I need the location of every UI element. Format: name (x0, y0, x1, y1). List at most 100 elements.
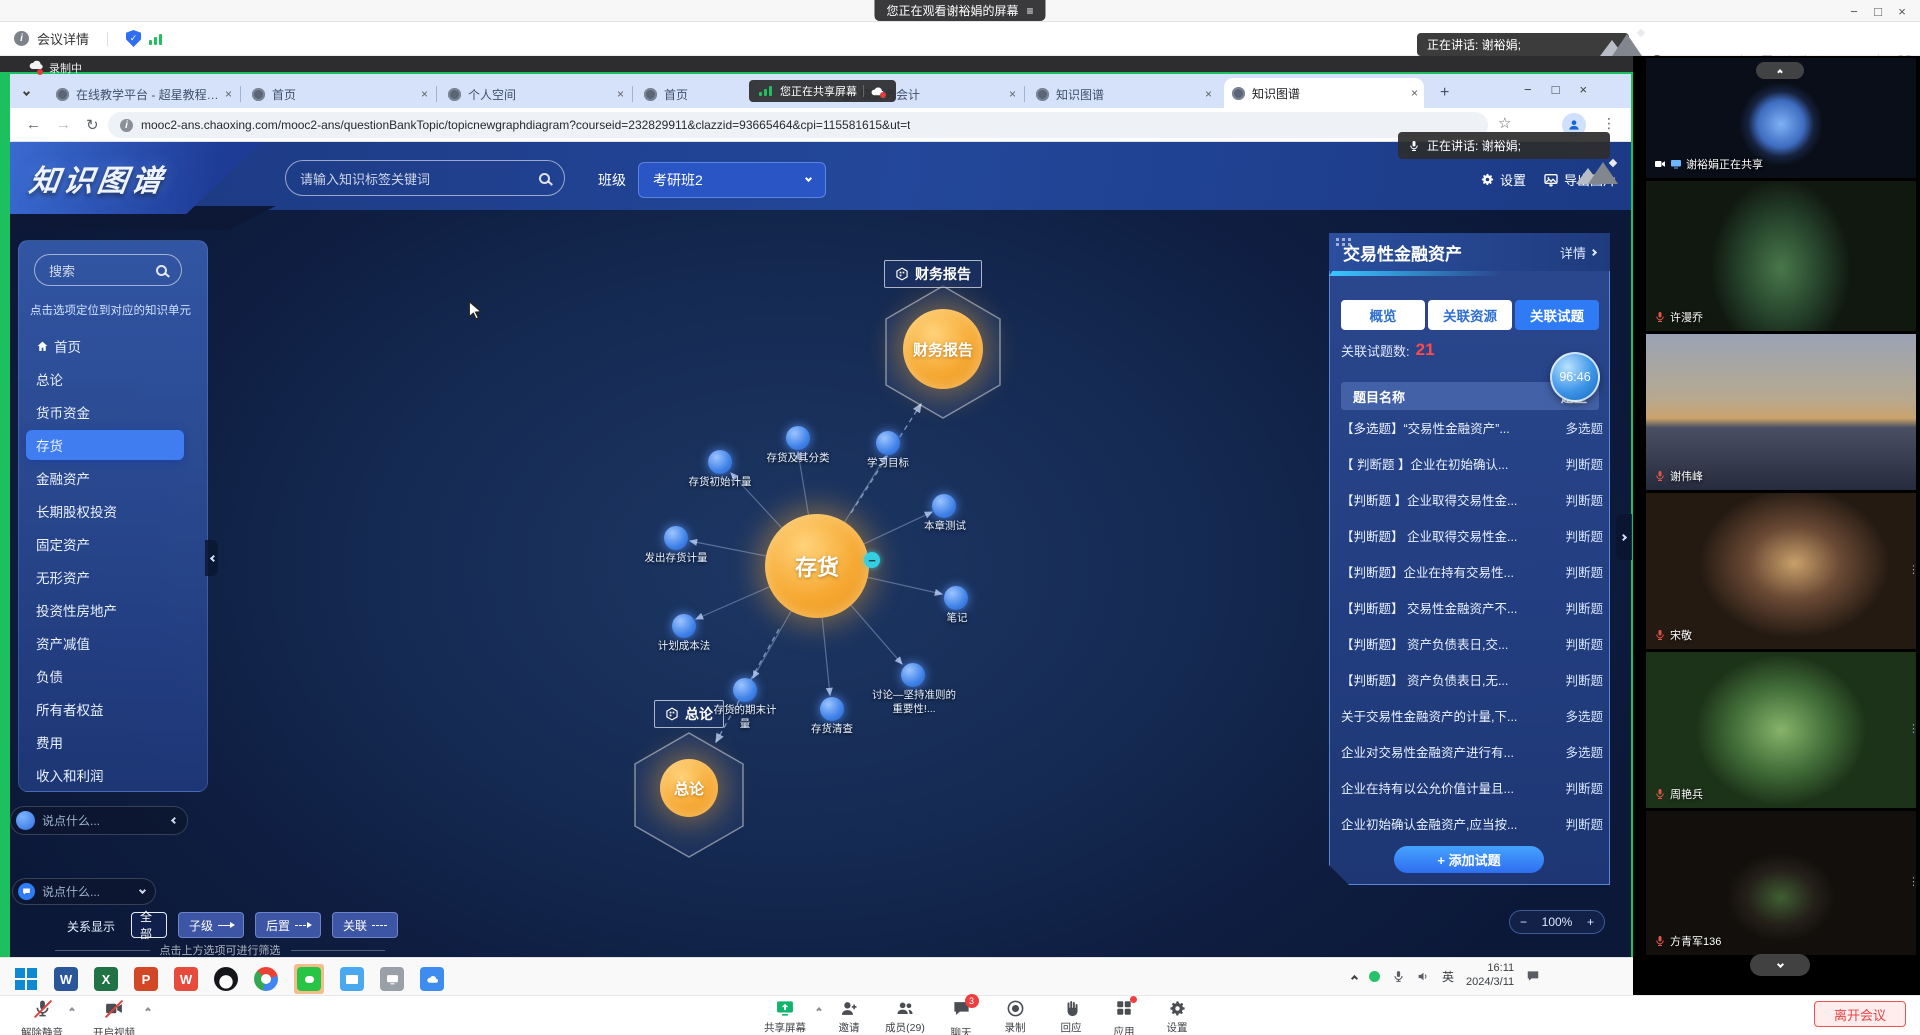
participants-scroll-up[interactable] (1756, 62, 1804, 79)
tile-options-icon[interactable]: ⋮ (1908, 875, 1919, 888)
back-icon[interactable]: ← (26, 116, 41, 133)
graph-node-label[interactable]: 计划成本法 (648, 640, 720, 654)
participant-tile[interactable]: 方青军136 (1646, 811, 1916, 955)
zoom-out-button[interactable]: − (1520, 915, 1527, 929)
forward-icon[interactable]: → (56, 116, 71, 133)
chevron-left-icon[interactable] (171, 817, 178, 824)
sidebar-item[interactable]: 长期股权投资 (36, 499, 186, 523)
filter-all-button[interactable]: 全部 (131, 912, 167, 938)
add-question-button[interactable]: + 添加试题 (1394, 846, 1544, 873)
bookmark-star-icon[interactable]: ☆ (1498, 114, 1511, 132)
site-info-icon[interactable]: i (120, 119, 133, 132)
browser-tab[interactable]: 在线教学平台 - 超星教程 - 信息× (48, 80, 238, 108)
close-button[interactable]: × (1890, 4, 1914, 19)
minimize-button[interactable]: − (1842, 4, 1866, 19)
start-video-button[interactable]: 开启视频 (88, 999, 140, 1035)
files-icon[interactable] (340, 967, 364, 991)
tile-options-icon[interactable]: ⋮ (1908, 563, 1919, 576)
participant-tile[interactable]: 周艳兵 (1646, 652, 1916, 808)
new-tab-button[interactable]: + (1440, 84, 1449, 102)
maximize-button[interactable]: □ (1866, 4, 1890, 19)
windows-start-icon[interactable] (14, 967, 38, 991)
question-row[interactable]: 【 判断题 】企业在初始确认...判断题 (1341, 454, 1603, 473)
tray-expand-icon[interactable] (1351, 974, 1358, 981)
tray-green-icon[interactable] (1369, 971, 1380, 982)
tile-options-icon[interactable]: ⋮ (1908, 404, 1919, 417)
ime-language-indicator[interactable]: 英 (1442, 968, 1454, 985)
display-app-icon[interactable] (380, 967, 404, 991)
tab-close-icon[interactable]: × (1009, 87, 1016, 101)
cloud-app-icon[interactable] (420, 967, 444, 991)
sidebar-item[interactable]: 总论 (36, 367, 186, 391)
excel-icon[interactable]: X (94, 967, 118, 991)
graph-node-label[interactable]: 存货初始计量 (685, 476, 755, 490)
sidebar-item[interactable]: 货币资金 (36, 400, 186, 424)
tab-related-questions[interactable]: 关联试题 (1515, 300, 1599, 330)
tray-speaker-icon[interactable] (1417, 970, 1430, 983)
search-icon[interactable] (156, 265, 167, 276)
powerpoint-icon[interactable]: P (134, 967, 158, 991)
sidebar-item[interactable]: 所有者权益 (36, 697, 186, 721)
react-button[interactable]: 回应 (1050, 999, 1092, 1035)
sidebar-item[interactable]: 投资性房地产 (36, 598, 186, 622)
graph-node[interactable] (820, 697, 844, 721)
download-icon[interactable] (1530, 117, 1546, 133)
tab-related-resources[interactable]: 关联资源 (1428, 300, 1512, 330)
question-row[interactable]: 企业对交易性金融资产进行有...多选题 (1341, 742, 1603, 761)
question-row[interactable]: 【判断题】 资产负债表日,无...判断题 (1341, 670, 1603, 689)
browser-tab[interactable]: 个人空间× (440, 80, 630, 108)
panel-detail-link[interactable]: 详情 (1560, 243, 1596, 262)
tile-options-icon[interactable]: ⋮ (1908, 722, 1919, 735)
node-financial-report[interactable]: 财务报告 (903, 309, 983, 389)
question-row[interactable]: 【判断题】 交易性金融资产不...判断题 (1341, 598, 1603, 617)
word-icon[interactable]: W (54, 967, 78, 991)
app-settings-button[interactable]: 设置 (1480, 170, 1526, 189)
graph-node-label[interactable]: 本章测试 (912, 520, 978, 534)
graph-node[interactable] (944, 586, 968, 610)
graph-node[interactable] (901, 663, 925, 687)
graph-node-label[interactable]: 存货及其分类 (758, 452, 838, 466)
browser-tab[interactable]: 知识图谱× (1028, 80, 1218, 108)
sidebar-item[interactable]: 金融资产 (36, 466, 186, 490)
question-row[interactable]: 企业在持有以公允价值计量且...判断题 (1341, 778, 1603, 797)
browser-tab-active[interactable]: 知识图谱× (1224, 78, 1424, 108)
graph-node[interactable] (664, 526, 688, 550)
viewing-banner[interactable]: 您正在观看谢裕娟的屏幕 ≡ (874, 0, 1045, 21)
assistant-chat-pill[interactable]: 说点什么... (10, 806, 188, 835)
graph-node-label[interactable]: 存货清查 (802, 723, 862, 737)
sidebar-item[interactable]: 费用 (36, 730, 186, 754)
notification-center-icon[interactable] (1526, 969, 1540, 983)
sidebar-item[interactable]: 负债 (36, 664, 186, 688)
security-shield-icon[interactable]: ✓ (126, 30, 141, 47)
tray-mic-icon[interactable] (1392, 970, 1405, 983)
question-row[interactable]: 企业初始确认金融资产,应当按...判断题 (1341, 814, 1603, 833)
question-row[interactable]: 【判断题】企业在持有交易性...判断题 (1341, 562, 1603, 581)
chevron-down-icon[interactable] (139, 886, 146, 893)
graph-node-label[interactable]: 讨论—坚持准则的重要性!... (868, 689, 960, 716)
invite-button[interactable]: 邀请 (828, 999, 870, 1035)
network-signal-icon[interactable] (149, 33, 164, 45)
sidebar-item-active[interactable]: 存货 (36, 433, 186, 457)
qq-icon[interactable] (214, 967, 238, 991)
panel-collapse-handle[interactable] (1616, 514, 1632, 560)
class-select[interactable]: 考研班2 (638, 162, 826, 198)
question-row[interactable]: 【判断题】 资产负债表日,交...判断题 (1341, 634, 1603, 653)
question-row[interactable]: 关于交易性金融资产的计量,下...多选题 (1341, 706, 1603, 725)
chrome-icon[interactable] (254, 967, 278, 991)
tab-close-icon[interactable]: × (1411, 86, 1418, 100)
graph-node[interactable] (786, 426, 810, 450)
tab-overview[interactable]: 概览 (1341, 300, 1425, 330)
filter-relation-button[interactable]: 关联 (332, 912, 398, 938)
sidebar-item[interactable]: 收入和利润 (36, 763, 186, 787)
browser-menu-kebab-icon[interactable]: ⋮ (1602, 115, 1616, 132)
sidebar-item[interactable]: 无形资产 (36, 565, 186, 589)
unmute-button[interactable]: 解除静音 (18, 999, 66, 1035)
browser-tab[interactable]: 首页× (244, 80, 434, 108)
filter-child-button[interactable]: 子级 (178, 912, 244, 938)
tag-search-input[interactable]: 请输入知识标签关键词 (285, 160, 565, 196)
class-timer-bubble[interactable]: 96:46 (1550, 352, 1600, 402)
meeting-details-link[interactable]: 会议详情 (37, 29, 89, 48)
banner-menu-icon[interactable]: ≡ (1027, 4, 1034, 18)
graph-node[interactable] (672, 614, 696, 638)
participant-tile[interactable]: 许漫乔 (1646, 181, 1916, 331)
